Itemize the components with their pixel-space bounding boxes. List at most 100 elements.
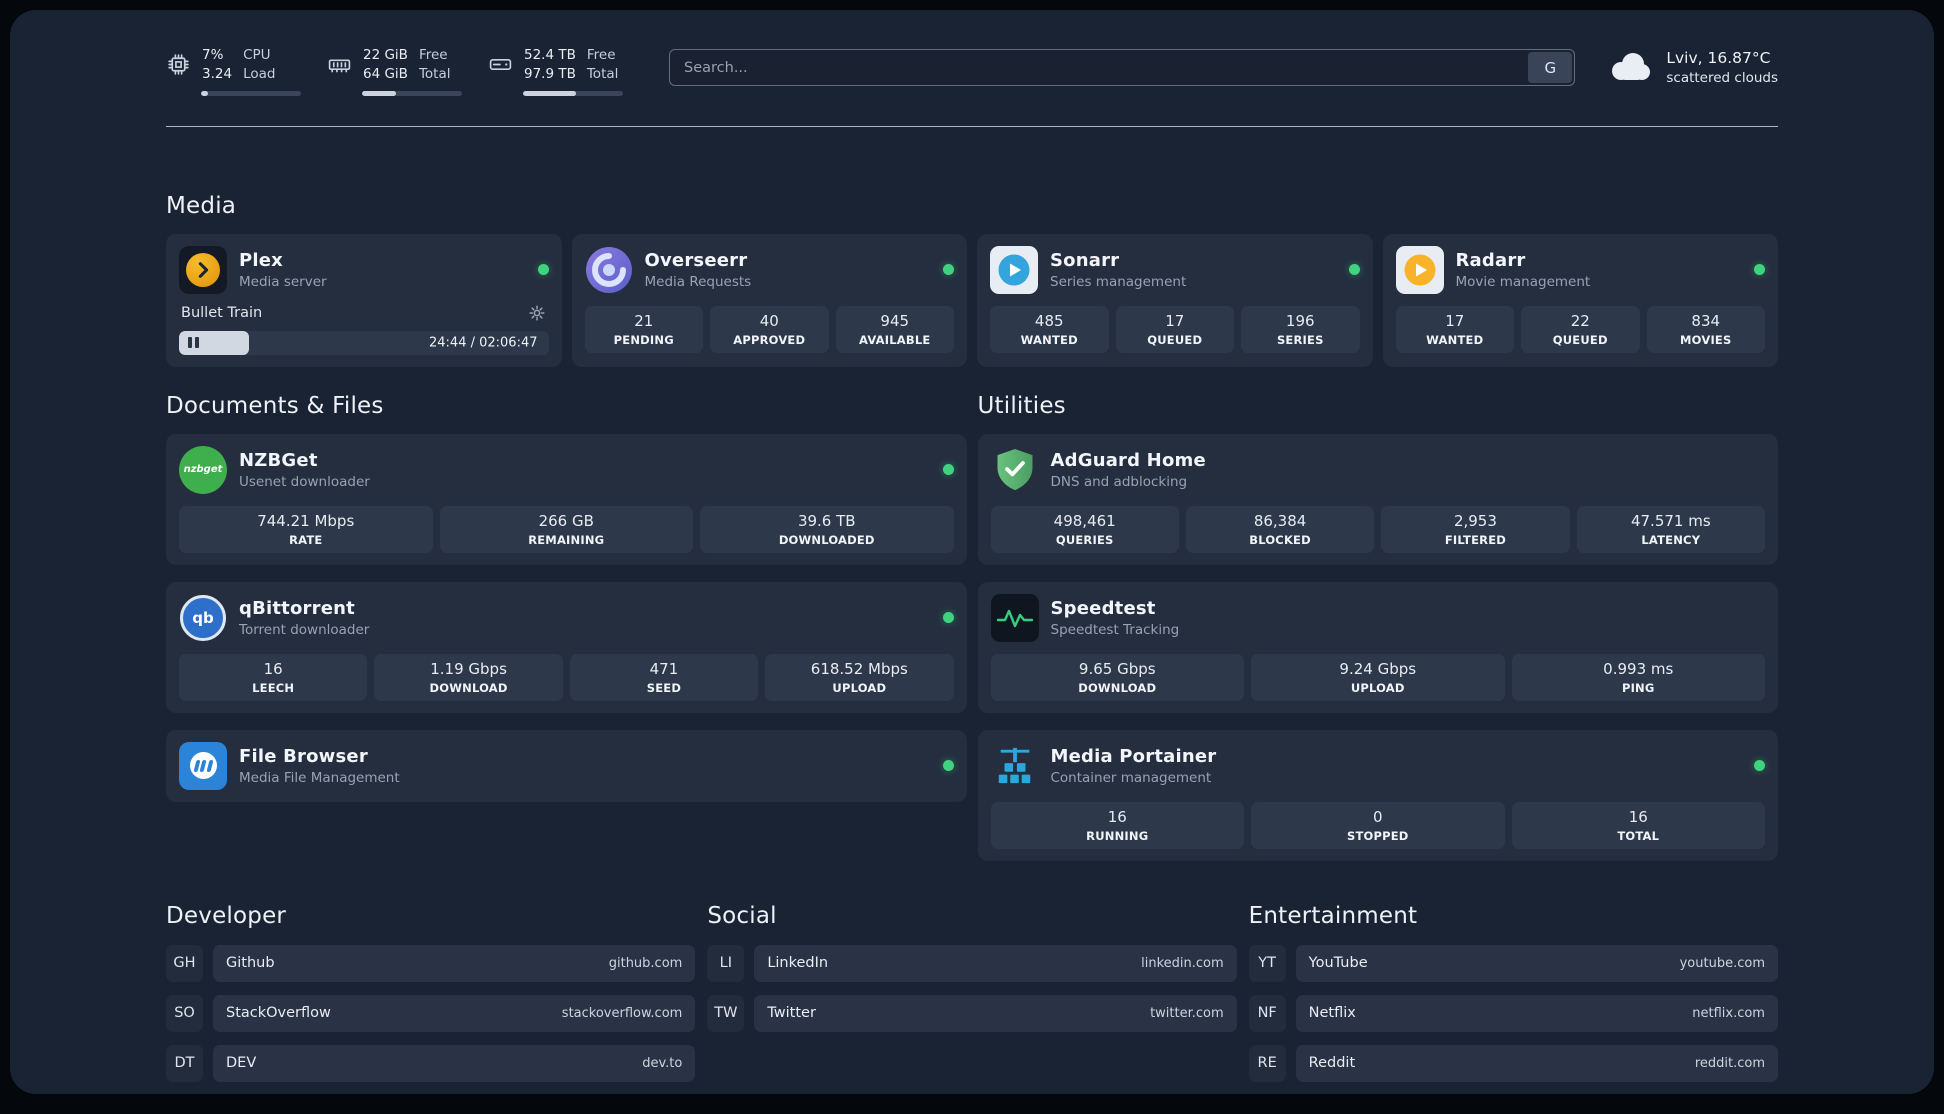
app-card-overseerr[interactable]: Overseerr Media Requests 21 PENDING 40 A… — [571, 233, 967, 367]
bookmark-name: Reddit — [1308, 1055, 1356, 1072]
stat-label: SERIES — [1276, 332, 1324, 347]
stat-label: UPLOAD — [832, 680, 887, 695]
cpu-icon — [166, 52, 191, 77]
bookmark-group-title: Social — [707, 902, 777, 929]
search-input[interactable] — [669, 49, 1576, 86]
bookmark-domain: linkedin.com — [1141, 955, 1224, 971]
app-card-radarr[interactable]: Radarr Movie management 17 WANTED 22 QUE… — [1382, 233, 1778, 367]
app-card-sonarr[interactable]: Sonarr Series management 485 WANTED 17 Q… — [977, 233, 1373, 367]
search-engine-button[interactable]: G — [1528, 52, 1573, 83]
stat-ping: 0.993 ms PING — [1511, 653, 1765, 701]
topbar-divider — [166, 125, 1778, 127]
stat-value: 498,461 — [1053, 511, 1116, 530]
stat-seed: 471 SEED — [569, 653, 759, 701]
status-dot — [942, 760, 954, 772]
bookmark-abbr[interactable]: DT — [166, 1044, 203, 1082]
stat-label: UPLOAD — [1350, 680, 1405, 695]
stat-label: RUNNING — [1086, 828, 1149, 843]
now-playing-title: Bullet Train — [181, 304, 263, 321]
app-card-portainer[interactable]: Media Portainer Container management 16 … — [977, 729, 1778, 861]
weather-location: Lviv, 16.87°C — [1666, 49, 1771, 67]
bookmark-reddit[interactable]: RE Reddit reddit.com — [1248, 1044, 1778, 1082]
bookmark-link[interactable]: LinkedIn linkedin.com — [754, 944, 1237, 982]
bookmark-github[interactable]: GH Github github.com — [166, 944, 696, 982]
bookmark-abbr[interactable]: LI — [707, 944, 745, 982]
bookmark-link[interactable]: Reddit reddit.com — [1295, 1044, 1778, 1082]
qbittorrent-icon: qb — [179, 594, 227, 642]
app-card-filebrowser[interactable]: File Browser Media File Management — [166, 729, 967, 802]
stat-value: 21 — [634, 311, 654, 330]
bookmark-abbr[interactable]: RE — [1248, 1044, 1286, 1082]
bookmark-abbr[interactable]: TW — [707, 994, 745, 1032]
bookmark-link[interactable]: Github github.com — [213, 944, 696, 982]
bookmark-link[interactable]: Twitter twitter.com — [754, 994, 1237, 1032]
stat-label: FILTERED — [1444, 532, 1506, 547]
gear-icon[interactable] — [527, 303, 547, 323]
stat-queries: 498,461 QUERIES — [990, 505, 1179, 553]
stat-blocked: 86,384 BLOCKED — [1185, 505, 1375, 553]
bookmark-netflix[interactable]: NF Netflix netflix.com — [1248, 994, 1778, 1032]
filebrowser-icon — [179, 741, 227, 790]
disk-progress-bar — [523, 90, 623, 96]
stat-latency: 47.571 ms LATENCY — [1576, 505, 1765, 553]
app-card-nzbget[interactable]: nzbget NZBGet Usenet downloader 744.21 M… — [166, 433, 967, 565]
bookmark-abbr[interactable]: NF — [1248, 994, 1286, 1032]
stat-value: 0.993 ms — [1603, 659, 1674, 678]
bookmark-abbr[interactable]: GH — [166, 944, 203, 982]
app-desc: Series management — [1050, 273, 1187, 290]
app-card-qbittorrent[interactable]: qb qBittorrent Torrent downloader 16 LEE… — [166, 581, 967, 713]
bookmark-name: Github — [226, 955, 275, 972]
app-desc: Movie management — [1455, 273, 1591, 290]
cpu-label: CPU — [243, 47, 271, 63]
ram-widget: 22 GiB 64 GiB Free Total — [327, 46, 462, 96]
stat-value: 16 — [1107, 807, 1127, 826]
app-desc: Media server — [239, 273, 327, 290]
app-card-adguard[interactable]: AdGuard Home DNS and adblocking 498,461 … — [977, 433, 1778, 565]
stat-value: 471 — [649, 659, 679, 678]
stat-label: RATE — [289, 532, 323, 547]
bookmark-abbr[interactable]: SO — [166, 994, 203, 1032]
stat-leech: 16 LEECH — [179, 653, 368, 701]
bookmark-name: Netflix — [1308, 1005, 1356, 1022]
stat-label: DOWNLOAD — [429, 680, 508, 695]
stat-download: 1.19 Gbps DOWNLOAD — [374, 653, 563, 701]
stat-value: 9.24 Gbps — [1339, 659, 1417, 678]
status-dot — [1754, 264, 1765, 276]
bookmark-linkedin[interactable]: LI LinkedIn linkedin.com — [707, 944, 1237, 982]
section-utilities: Utilities AdGuard Home DNS and adblockin… — [977, 393, 1778, 861]
cpu-widget: 7% 3.24 CPU Load — [166, 46, 301, 96]
cpu-progress-fill — [201, 90, 208, 96]
bookmark-twitter[interactable]: TW Twitter twitter.com — [707, 994, 1237, 1032]
pause-icon[interactable] — [188, 337, 199, 349]
stat-label: DOWNLOADED — [778, 532, 875, 547]
stat-value: 22 — [1570, 311, 1590, 330]
adguard-icon — [991, 446, 1039, 494]
bookmark-abbr[interactable]: YT — [1248, 944, 1286, 982]
weather-condition: scattered clouds — [1666, 70, 1778, 86]
stat-label: QUERIES — [1055, 532, 1114, 547]
weather-widget: Lviv, 16.87°C scattered clouds — [1607, 49, 1778, 86]
ram-total-value: 64 GiB — [363, 65, 408, 82]
bookmark-link[interactable]: YouTube youtube.com — [1295, 944, 1778, 982]
disk-free-value: 52.4 TB — [524, 47, 576, 63]
section-title-media: Media — [166, 192, 237, 219]
stat-value: 86,384 — [1253, 511, 1307, 530]
bookmark-link[interactable]: DEV dev.to — [213, 1044, 696, 1082]
stat-label: PENDING — [613, 332, 674, 347]
stat-upload: 618.52 Mbps UPLOAD — [765, 653, 954, 701]
bookmark-youtube[interactable]: YT YouTube youtube.com — [1248, 944, 1778, 982]
stat-upload: 9.24 Gbps UPLOAD — [1251, 653, 1505, 701]
app-card-speedtest[interactable]: Speedtest Speedtest Tracking 9.65 Gbps D… — [977, 581, 1778, 713]
stat-value: 485 — [1034, 311, 1064, 330]
sonarr-icon — [990, 245, 1038, 294]
bookmark-dev[interactable]: DT DEV dev.to — [166, 1044, 696, 1082]
search-bar: G — [669, 49, 1576, 86]
stat-value: 196 — [1285, 311, 1315, 330]
bookmark-link[interactable]: StackOverflow stackoverflow.com — [213, 994, 696, 1032]
stat-remaining: 266 GB REMAINING — [439, 505, 693, 553]
bookmark-stackoverflow[interactable]: SO StackOverflow stackoverflow.com — [166, 994, 696, 1032]
bookmark-link[interactable]: Netflix netflix.com — [1295, 994, 1778, 1032]
bookmark-name: YouTube — [1308, 955, 1368, 972]
app-card-plex[interactable]: Plex Media server Bullet Train 24:44 / 0… — [166, 233, 562, 367]
bookmark-domain: stackoverflow.com — [561, 1005, 683, 1021]
